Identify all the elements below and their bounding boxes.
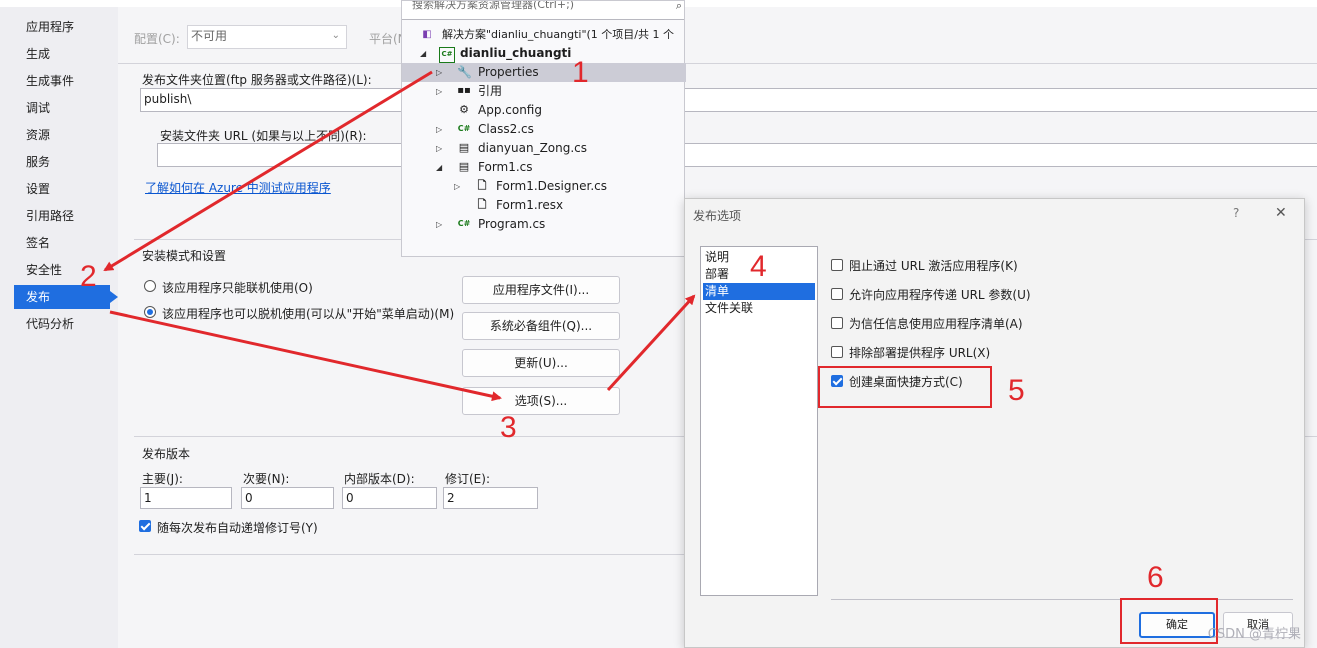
arrow-options-to-manifests xyxy=(606,294,696,392)
arrow-properties-to-publish xyxy=(103,70,433,272)
step-number-3: 3 xyxy=(500,411,517,444)
highlight-desktop-shortcut xyxy=(818,366,992,408)
step-number-4: 4 xyxy=(750,250,767,283)
step-number-2: 2 xyxy=(80,260,97,293)
arrow-publish-to-options xyxy=(109,310,502,402)
highlight-ok-button xyxy=(1120,598,1218,644)
step-number-5: 5 xyxy=(1008,374,1025,407)
step-number-1: 1 xyxy=(572,56,589,89)
step-number-6: 6 xyxy=(1147,561,1164,594)
annotation-arrows xyxy=(103,70,696,402)
watermark: CSDN @青柠果 xyxy=(1207,627,1301,642)
